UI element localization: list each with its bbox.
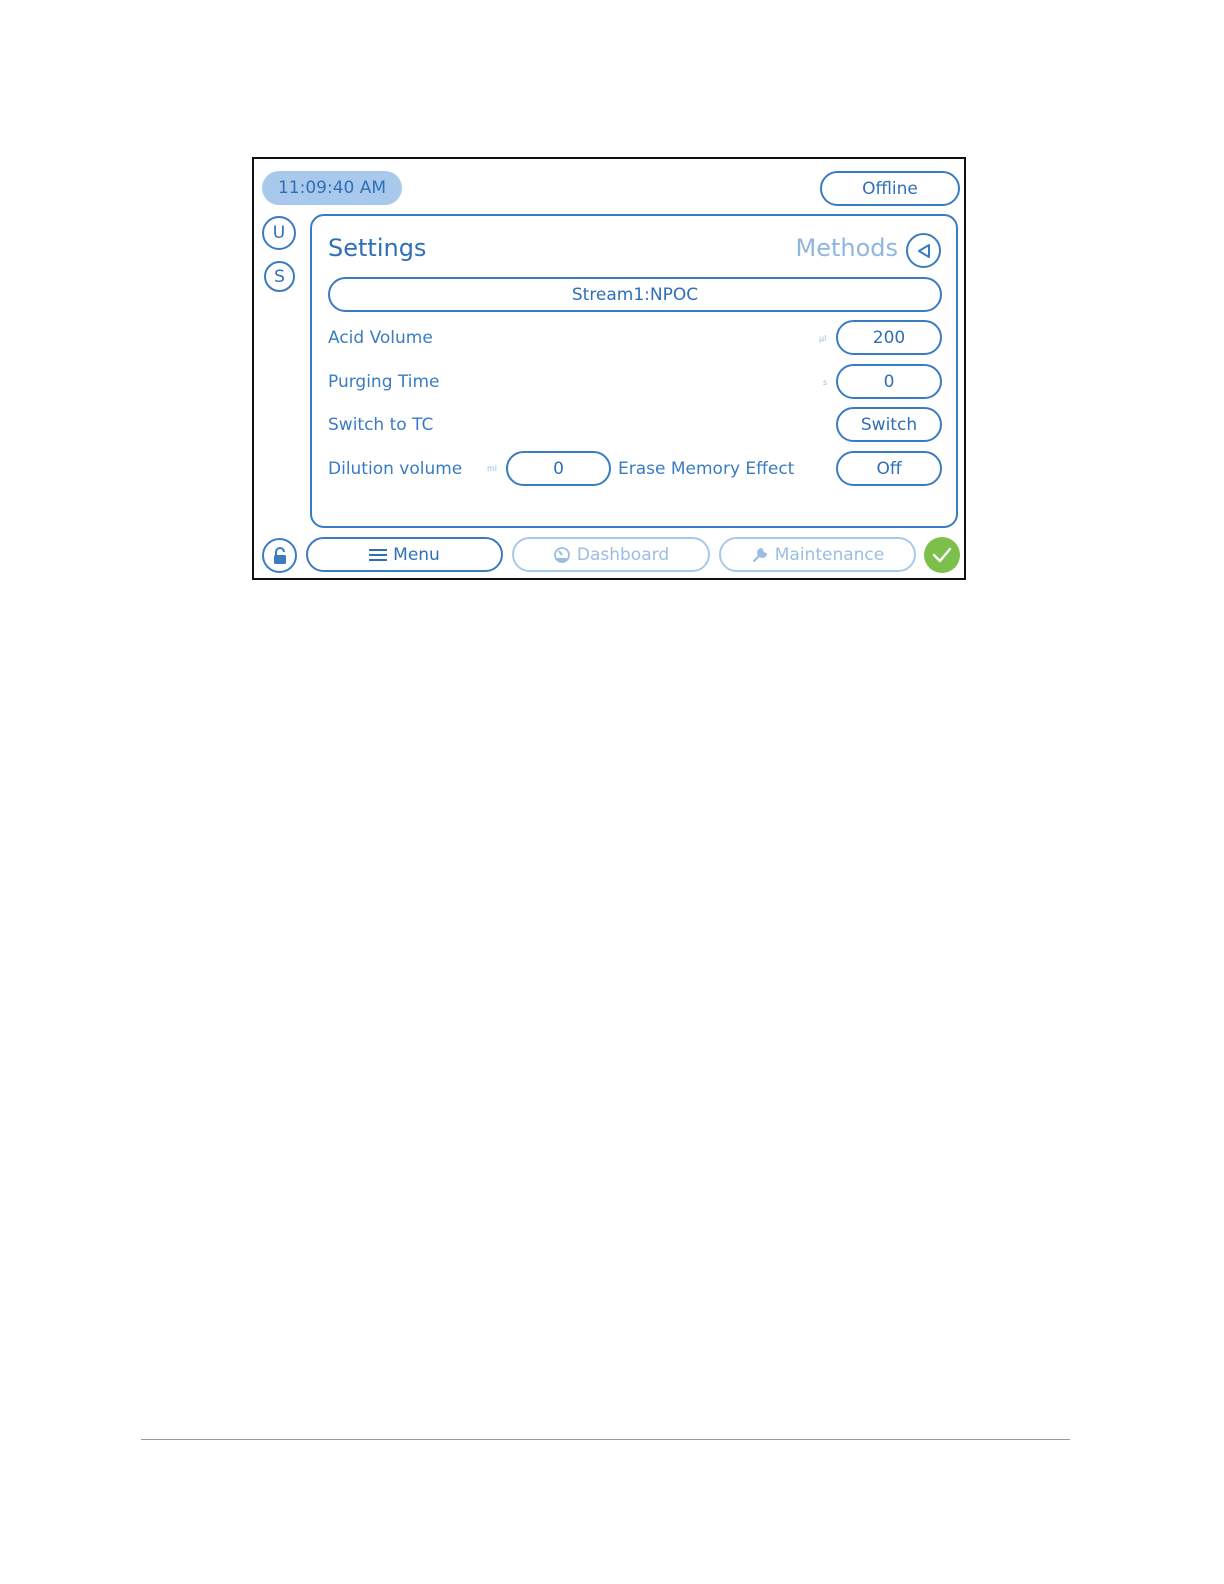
page-footer-rule: [141, 1439, 1070, 1440]
acid-volume-input[interactable]: 200: [836, 320, 942, 355]
acid-volume-unit: µl: [819, 334, 827, 343]
device-screen: 11:09:40 AM Offline U S Settings Methods…: [252, 157, 966, 580]
erase-memory-effect-toggle[interactable]: Off: [836, 451, 942, 486]
system-button[interactable]: S: [264, 261, 295, 292]
confirm-button[interactable]: [924, 537, 960, 573]
offline-status-button[interactable]: Offline: [820, 171, 960, 206]
triangle-left-icon: [917, 243, 930, 258]
menu-label: Menu: [393, 544, 440, 565]
maintenance-button[interactable]: Maintenance: [719, 537, 916, 572]
maintenance-label: Maintenance: [774, 544, 885, 565]
back-button[interactable]: [906, 233, 941, 268]
dashboard-button[interactable]: Dashboard: [512, 537, 710, 572]
lock-button[interactable]: [262, 538, 297, 573]
clock-display: 11:09:40 AM: [262, 171, 402, 205]
page-title: Settings: [328, 234, 427, 262]
user-button[interactable]: U: [262, 216, 296, 250]
dashboard-label: Dashboard: [576, 544, 670, 565]
switch-to-tc-button[interactable]: Switch: [836, 407, 942, 442]
switch-to-tc-label: Switch to TC: [328, 415, 434, 435]
wrench-icon: [752, 547, 767, 562]
gauge-icon: [553, 546, 570, 563]
menu-button[interactable]: Menu: [306, 537, 503, 572]
settings-panel: Settings Methods Stream1:NPOC Acid Volum…: [310, 214, 958, 528]
methods-tab[interactable]: Methods: [795, 234, 898, 262]
purging-time-input[interactable]: 0: [836, 364, 942, 399]
erase-memory-effect-label: Erase Memory Effect: [618, 459, 795, 479]
purging-time-label: Purging Time: [328, 372, 440, 392]
acid-volume-label: Acid Volume: [328, 328, 433, 348]
stream-selector-button[interactable]: Stream1:NPOC: [328, 277, 942, 312]
dilution-volume-input[interactable]: 0: [506, 451, 611, 486]
dilution-volume-unit: ml: [487, 464, 498, 473]
dilution-volume-label: Dilution volume: [328, 459, 463, 479]
lock-open-icon: [273, 546, 286, 564]
hamburger-icon: [369, 548, 388, 561]
checkmark-icon: [932, 547, 952, 563]
purging-time-unit: s: [823, 378, 828, 387]
